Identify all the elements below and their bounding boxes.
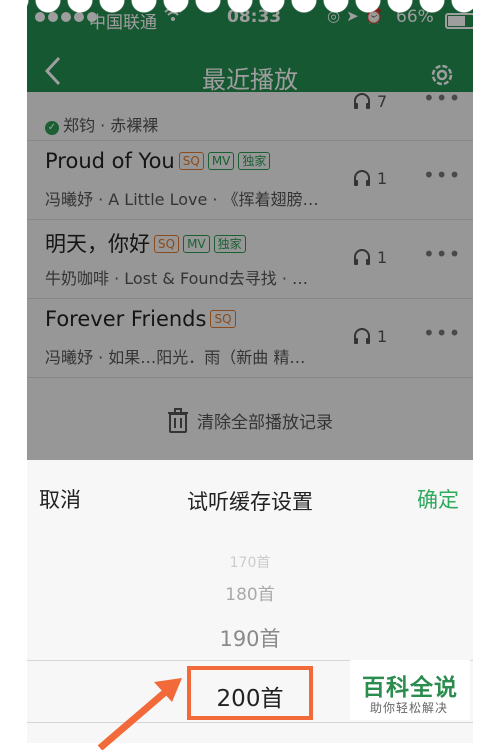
watermark-subtitle: 助你轻松解决	[370, 701, 449, 715]
watermark-title: 百科全说	[362, 675, 458, 701]
highlight-box	[187, 666, 313, 720]
photo-frame-left	[0, 0, 27, 743]
phone-screen: 中国联通 08:33 ◎➤⏰ 66% 最近播放 ✓ 郑钧 · 赤裸裸 7 •••…	[27, 0, 473, 743]
picker-option[interactable]: 180首	[27, 580, 473, 605]
photo-frame-right	[473, 0, 500, 743]
sheet-title: 试听缓存设置	[187, 490, 313, 514]
dim-overlay[interactable]	[27, 0, 473, 460]
watermark: 百科全说 助你轻松解决	[350, 660, 470, 720]
pointer-arrow-icon	[97, 678, 182, 750]
picker-option[interactable]: 190首	[27, 623, 473, 653]
confirm-button[interactable]: 确定	[417, 484, 459, 514]
picker-option[interactable]: 170首	[27, 552, 473, 572]
